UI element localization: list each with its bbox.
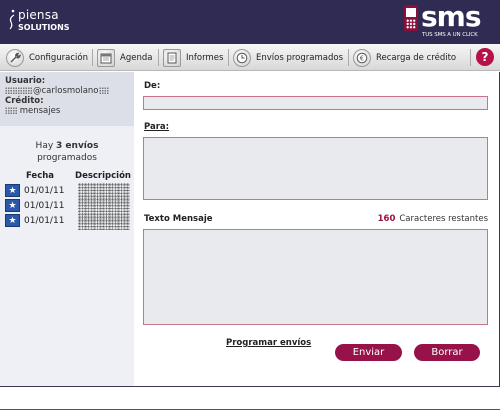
frame-border: [0, 386, 500, 387]
toolbar-label: Recarga de crédito: [376, 52, 457, 63]
to-field[interactable]: [143, 137, 488, 200]
main-toolbar: Configuración Agenda Informes Envíos pro…: [0, 44, 500, 71]
envios-suffix: programados: [37, 153, 97, 163]
toolbar-label: Informes: [186, 52, 224, 63]
sidebar: Usuario: @carlosmolano Crédito: mensajes…: [0, 72, 134, 386]
coin-icon: €: [353, 48, 371, 67]
user-value-row: @carlosmolano: [5, 86, 129, 96]
envios-count: 3 envíos: [56, 141, 99, 151]
chars-label: Caracteres restantes: [399, 214, 488, 224]
from-label: De:: [144, 81, 161, 91]
table-header: Fecha Descripción: [5, 171, 131, 181]
sms-logo: sms TUS SMS A UN CLICK: [404, 0, 490, 40]
star-icon[interactable]: ★: [5, 184, 20, 197]
user-value: @carlosmolano: [33, 86, 99, 96]
clear-button[interactable]: Borrar: [414, 344, 480, 361]
star-icon[interactable]: ★: [5, 199, 20, 212]
redacted-text: [5, 86, 33, 95]
help-button[interactable]: ?: [476, 48, 494, 66]
envios-prefix: Hay: [35, 141, 54, 151]
send-button[interactable]: Enviar: [335, 344, 402, 361]
toolbar-informes[interactable]: Informes: [163, 47, 223, 68]
brand-name: piensa: [18, 8, 59, 22]
from-field[interactable]: [143, 96, 488, 110]
toolbar-label: Envíos programados: [256, 52, 343, 63]
toolbar-divider: [470, 49, 471, 66]
document-icon: [163, 48, 181, 67]
toolbar-divider: [158, 49, 159, 66]
scheduled-sends-table: Fecha Descripción ★ 01/01/11 ★ 01/01/11 …: [5, 171, 131, 230]
toolbar-divider: [92, 49, 93, 66]
chars-remaining: 160: [377, 214, 396, 224]
product-name: sms: [421, 0, 482, 33]
toolbar-agenda[interactable]: Agenda: [97, 47, 152, 68]
logo-swirl-icon: [9, 9, 15, 30]
to-label[interactable]: Para:: [144, 122, 169, 132]
redacted-text: [5, 106, 17, 115]
message-label: Texto Mensaje: [144, 214, 213, 224]
wrench-icon: [6, 48, 24, 67]
svg-text:€: €: [360, 54, 364, 62]
credit-value-row: mensajes: [5, 106, 129, 116]
product-tagline: TUS SMS A UN CLICK: [422, 32, 478, 38]
toolbar-divider: [228, 49, 229, 66]
row-date: 01/01/11: [24, 215, 65, 226]
message-field[interactable]: [143, 229, 488, 325]
credit-label: Crédito:: [5, 96, 44, 106]
phone-icon: [404, 5, 418, 31]
user-info-box: Usuario: @carlosmolano Crédito: mensajes: [0, 72, 134, 126]
user-label: Usuario:: [5, 76, 46, 86]
toolbar-configuracion[interactable]: Configuración: [6, 47, 88, 68]
column-header-descripcion: Descripción: [75, 171, 131, 181]
frame-border: [0, 409, 500, 410]
scheduled-sends-summary: Hay 3 envíos programados: [0, 140, 134, 164]
toolbar-envios-programados[interactable]: Envíos programados: [233, 47, 343, 68]
message-form: De: Para: Texto Mensaje 160 Caracteres re…: [134, 72, 500, 386]
toolbar-label: Agenda: [120, 52, 153, 63]
redacted-text: [98, 86, 109, 95]
brand-subtitle: SOLUTIONS: [18, 23, 70, 32]
toolbar-recarga-credito[interactable]: € Recarga de crédito: [353, 47, 456, 68]
clock-icon: [233, 48, 251, 67]
toolbar-divider: [348, 49, 349, 66]
app-header: piensa SOLUTIONS sms TUS SMS A UN CLICK: [0, 0, 500, 44]
char-counter: 160 Caracteres restantes: [378, 214, 488, 224]
schedule-send-link[interactable]: Programar envíos: [226, 338, 311, 348]
star-icon[interactable]: ★: [5, 214, 20, 227]
column-header-fecha: Fecha: [25, 171, 55, 181]
row-date: 01/01/11: [24, 200, 65, 211]
toolbar-label: Configuración: [29, 52, 88, 63]
credit-value: mensajes: [19, 106, 61, 116]
calendar-icon: [97, 48, 115, 67]
row-date: 01/01/11: [24, 185, 65, 196]
redacted-descriptions: [78, 183, 130, 230]
